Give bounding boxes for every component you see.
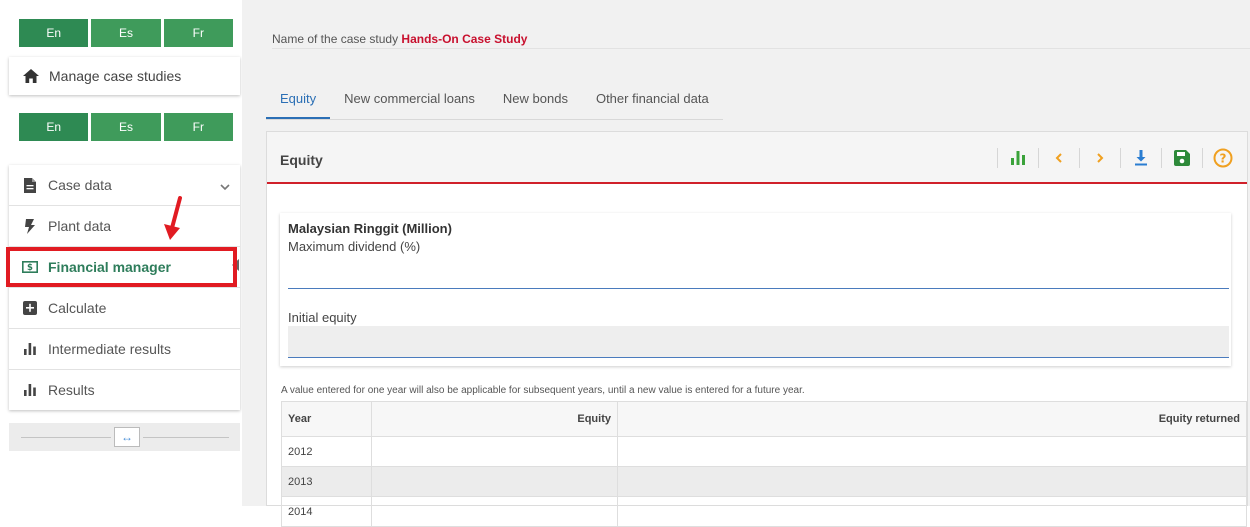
table-row: 2012 — [281, 436, 1247, 467]
help-icon[interactable]: ? — [1213, 148, 1233, 168]
language-switcher-bottom: En Es Fr — [19, 113, 233, 141]
download-icon[interactable] — [1131, 148, 1151, 168]
case-study-name-prefix: Name of the case study — [272, 32, 399, 46]
divider — [21, 437, 111, 438]
lang-fr-button[interactable]: Fr — [163, 113, 233, 141]
chart-icon[interactable] — [1008, 148, 1028, 168]
lang-es-button[interactable]: Es — [91, 19, 161, 47]
tab-bar: Equity New commercial loans New bonds Ot… — [266, 84, 723, 120]
column-header-year: Year — [281, 401, 372, 437]
divider — [1120, 148, 1121, 168]
equity-cell[interactable] — [371, 436, 618, 467]
svg-text:$: $ — [27, 263, 33, 273]
sidebar-menu: Case data Plant data $ Financial manager… — [9, 165, 240, 410]
save-icon[interactable] — [1172, 148, 1192, 168]
max-dividend-label: Maximum dividend (%) — [288, 239, 421, 254]
sidebar-item-plant-data[interactable]: Plant data — [9, 206, 240, 247]
case-study-name: Name of the case study Hands-On Case Stu… — [272, 32, 527, 46]
sidebar: En Es Fr Manage case studies En Es Fr Ca… — [0, 0, 242, 506]
sidebar-item-label: Intermediate results — [48, 341, 171, 357]
initial-equity-label: Initial equity — [288, 310, 357, 325]
home-icon — [23, 69, 41, 83]
lang-es-button[interactable]: Es — [91, 113, 161, 141]
sidebar-item-label: Results — [48, 382, 95, 398]
column-header-equity-returned: Equity returned — [617, 401, 1247, 437]
divider — [1202, 148, 1203, 168]
sidebar-item-label: Case data — [48, 177, 112, 193]
case-study-name-value: Hands-On Case Study — [401, 32, 528, 46]
bar-chart-icon — [22, 343, 38, 355]
table-row: 2013 — [281, 466, 1247, 497]
sidebar-collapse-bar: ↔ — [9, 423, 240, 451]
money-icon: $ — [22, 261, 38, 273]
divider — [1161, 148, 1162, 168]
sidebar-item-label: Financial manager — [48, 259, 171, 275]
panel-header: Equity ? — [267, 132, 1247, 184]
chevron-down-icon — [220, 178, 230, 194]
next-icon[interactable] — [1090, 148, 1110, 168]
manage-case-studies-label: Manage case studies — [49, 68, 182, 84]
currency-label: Malaysian Ringgit (Million) — [288, 221, 452, 236]
table-row: 2014 — [281, 496, 1247, 527]
lang-en-button[interactable]: En — [19, 19, 89, 47]
max-dividend-input[interactable] — [288, 258, 1229, 289]
tab-new-commercial-loans[interactable]: New commercial loans — [330, 84, 489, 119]
sidebar-item-calculate[interactable]: Calculate — [9, 288, 240, 329]
collapse-sidebar-button[interactable]: ↔ — [114, 427, 140, 447]
lang-en-button[interactable]: En — [19, 113, 89, 141]
equity-cell[interactable] — [371, 466, 618, 497]
year-cell: 2014 — [281, 496, 372, 527]
divider — [997, 148, 998, 168]
bar-chart-icon — [22, 384, 38, 396]
sidebar-item-label: Calculate — [48, 300, 107, 316]
svg-text:?: ? — [1220, 152, 1227, 166]
panel-toolbar: ? — [987, 148, 1233, 168]
panel-title: Equity — [280, 152, 323, 168]
divider — [272, 48, 1250, 49]
sidebar-item-financial-manager[interactable]: $ Financial manager — [9, 247, 240, 288]
initial-equity-input[interactable] — [288, 326, 1229, 358]
year-cell: 2013 — [281, 466, 372, 497]
table-header-row: Year Equity Equity returned — [281, 401, 1247, 437]
sidebar-item-label: Plant data — [48, 218, 112, 234]
sidebar-item-results[interactable]: Results — [9, 370, 240, 410]
file-icon — [22, 177, 38, 193]
sidebar-item-case-data[interactable]: Case data — [9, 165, 240, 206]
equity-form-card: Malaysian Ringgit (Million) Maximum divi… — [280, 213, 1231, 366]
equity-cell[interactable] — [371, 496, 618, 527]
annotation-arrow-icon — [164, 196, 182, 240]
equity-returned-cell[interactable] — [617, 436, 1247, 467]
language-switcher-top: En Es Fr — [19, 19, 233, 47]
tab-other-financial-data[interactable]: Other financial data — [582, 84, 723, 119]
calculator-icon — [22, 301, 38, 315]
active-indicator — [232, 259, 239, 271]
divider — [143, 437, 229, 438]
note-text: A value entered for one year will also b… — [281, 385, 805, 396]
lang-fr-button[interactable]: Fr — [163, 19, 233, 47]
equity-table: Year Equity Equity returned 2012 2013 20… — [281, 401, 1247, 527]
equity-returned-cell[interactable] — [617, 496, 1247, 527]
sidebar-item-intermediate-results[interactable]: Intermediate results — [9, 329, 240, 370]
column-header-equity: Equity — [371, 401, 618, 437]
manage-case-studies-button[interactable]: Manage case studies — [9, 57, 240, 95]
tab-new-bonds[interactable]: New bonds — [489, 84, 582, 119]
divider — [1038, 148, 1039, 168]
bolt-icon — [22, 218, 38, 234]
equity-returned-cell[interactable] — [617, 466, 1247, 497]
year-cell: 2012 — [281, 436, 372, 467]
equity-panel: Equity ? Malaysian Ringgit (Million) Max… — [266, 131, 1248, 527]
prev-icon[interactable] — [1049, 148, 1069, 168]
main-content: Name of the case study Hands-On Case Stu… — [242, 0, 1250, 527]
tab-equity[interactable]: Equity — [266, 84, 331, 119]
divider — [1079, 148, 1080, 168]
